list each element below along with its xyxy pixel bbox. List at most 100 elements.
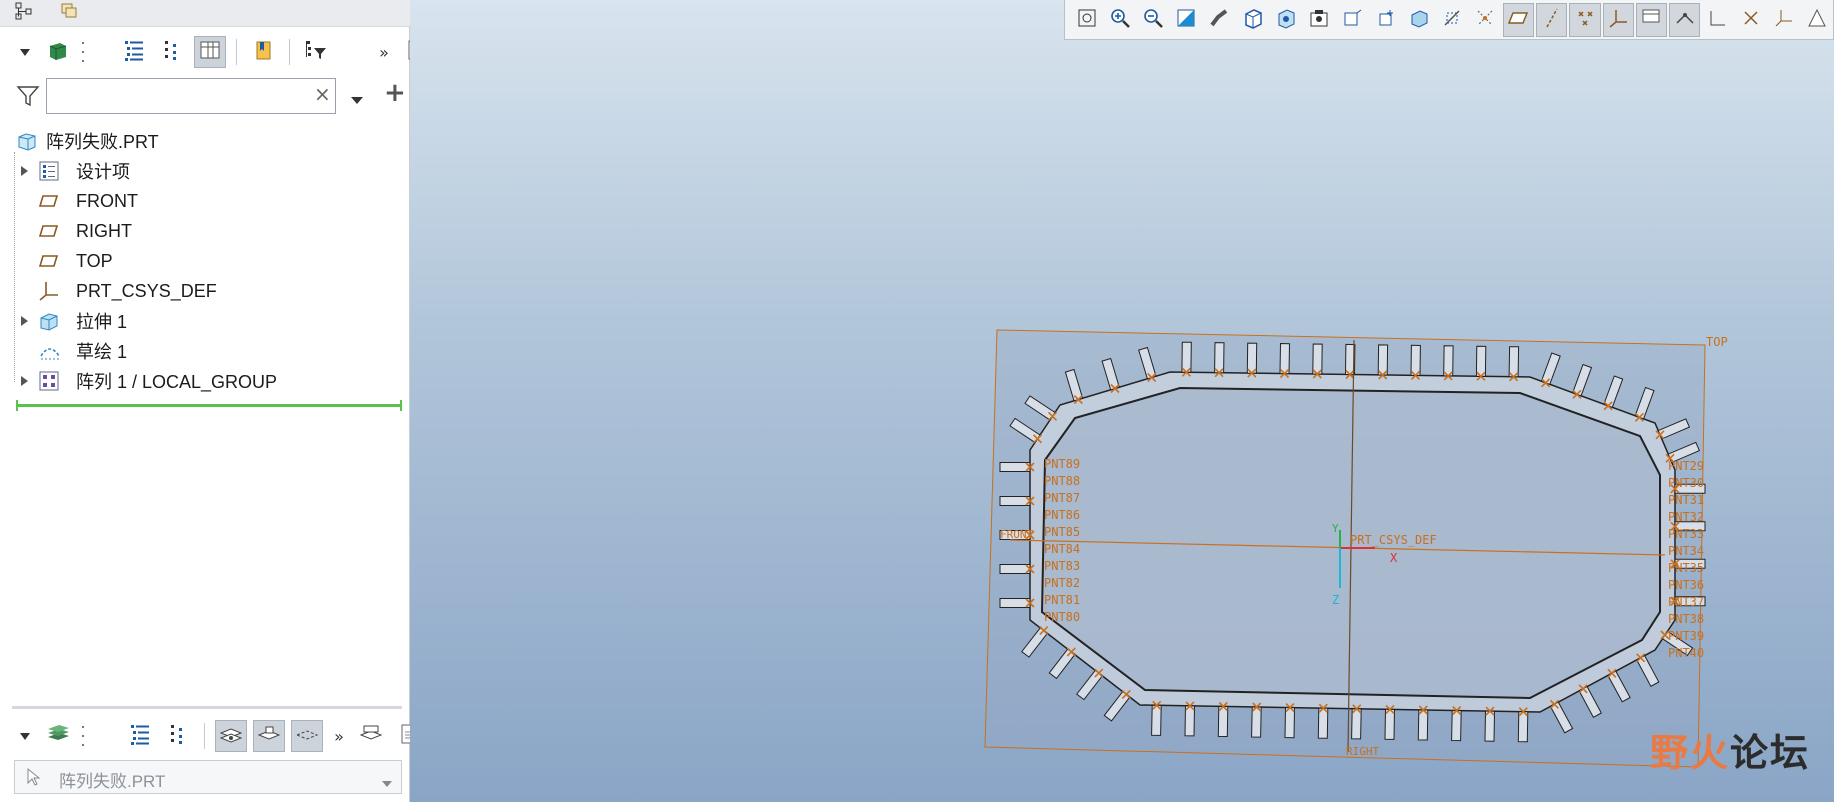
expand-arrow-icon[interactable] xyxy=(17,374,31,388)
panel-splitter[interactable] xyxy=(12,706,402,709)
tree-root[interactable]: 阵列失败.PRT xyxy=(14,126,404,156)
graphics-viewport[interactable]: TOP FRONT RIGHT PRT_CSYS_DEF X Y Z PNT89 PNT88 PN… xyxy=(410,0,1834,802)
datum-plane-icon xyxy=(38,250,60,272)
tree-item[interactable]: RIGHT xyxy=(14,216,404,246)
appearance-icon xyxy=(1441,7,1463,33)
tree-settings-icon xyxy=(161,39,183,65)
spin-center-button[interactable] xyxy=(1370,3,1401,37)
point-label: PNT36 xyxy=(1668,578,1704,592)
tooth xyxy=(999,462,1031,472)
tree-item[interactable]: PRT_CSYS_DEF xyxy=(14,276,404,306)
layer-model-select[interactable]: 阵列失败.PRT xyxy=(14,760,402,794)
csys-tag-icon xyxy=(1773,7,1795,33)
layer-list-button[interactable] xyxy=(124,720,156,752)
bookmark-icon xyxy=(252,39,274,65)
tree-item[interactable]: TOP xyxy=(14,246,404,276)
named-views-button[interactable] xyxy=(1304,3,1335,37)
layers-tab[interactable] xyxy=(52,0,88,26)
zoom-out-button[interactable] xyxy=(1137,3,1168,37)
layer-show-button[interactable] xyxy=(215,720,247,752)
tree-item-label: TOP xyxy=(76,250,113,271)
tooth xyxy=(1251,706,1262,738)
bookmark-button[interactable] xyxy=(247,36,279,68)
tree-menu-dropdown[interactable] xyxy=(14,36,36,68)
expand-arrow-icon[interactable] xyxy=(17,314,31,328)
annotation-display-icon xyxy=(1474,7,1496,33)
overflow-chevron-icon: » xyxy=(334,726,344,746)
list-tree-icon xyxy=(129,723,151,749)
view-manager-button[interactable] xyxy=(1337,3,1368,37)
zoom-in-button[interactable] xyxy=(1104,3,1135,37)
layer-properties-icon xyxy=(359,723,383,749)
layers-tab-icon xyxy=(59,1,81,25)
point-display-button[interactable] xyxy=(1569,2,1601,37)
tree-columns-button[interactable] xyxy=(194,36,226,68)
named-views-icon xyxy=(1308,7,1330,33)
model-tree-tab[interactable] xyxy=(6,0,42,26)
csys-tag-button[interactable] xyxy=(1769,3,1800,37)
point-label: PNT33 xyxy=(1668,527,1704,541)
tooth xyxy=(1279,342,1291,375)
simplified-rep-button[interactable] xyxy=(1802,3,1833,37)
tree-item[interactable]: 阵列 1 / LOCAL_GROUP xyxy=(14,366,404,396)
list-tree-button[interactable] xyxy=(118,36,150,68)
display-style-button[interactable] xyxy=(1237,3,1268,37)
appearance-button[interactable] xyxy=(1436,3,1467,37)
add-filter-button[interactable]: + xyxy=(384,78,406,108)
expand-arrow-icon[interactable] xyxy=(17,164,31,178)
simplified-rep-icon xyxy=(1806,7,1828,33)
perspective-icon xyxy=(1208,7,1230,33)
layer-collapse-button[interactable] xyxy=(162,720,194,752)
spin-center-icon xyxy=(1375,7,1397,33)
layers-button[interactable] xyxy=(42,720,74,752)
part-icon xyxy=(16,130,38,152)
perspective-button[interactable] xyxy=(1204,3,1235,37)
section-icon xyxy=(1408,7,1430,33)
toolbar-grip xyxy=(80,726,86,746)
tree-item-label: 阵列 1 / LOCAL_GROUP xyxy=(76,372,278,392)
point-label: PNT80 xyxy=(1044,610,1080,624)
point-label: PNT87 xyxy=(1044,491,1080,505)
insert-here-indicator[interactable] xyxy=(16,400,402,411)
saved-orientation-icon xyxy=(1275,7,1297,33)
clear-search-icon[interactable]: × xyxy=(314,82,331,106)
refit-icon xyxy=(1076,7,1098,33)
section-button[interactable] xyxy=(1403,3,1434,37)
layer-overflow-button[interactable]: » xyxy=(329,720,349,752)
model-cube-button[interactable] xyxy=(42,36,74,68)
tree-item[interactable]: 设计项 xyxy=(14,156,404,186)
toolbar-overflow-button[interactable]: » xyxy=(374,36,394,68)
annotation-display-button[interactable] xyxy=(1470,3,1501,37)
layer-properties-button[interactable] xyxy=(355,720,387,752)
model-tree-display-button[interactable] xyxy=(1635,2,1667,37)
tree-search-input[interactable] xyxy=(46,78,336,114)
csys-display-button[interactable] xyxy=(1602,2,1634,37)
tree-item[interactable]: 拉伸 1 xyxy=(14,306,404,336)
datum-planes-button[interactable] xyxy=(1502,2,1535,37)
repaint-icon xyxy=(1175,7,1197,33)
pattern-icon xyxy=(38,370,60,392)
tree-filter-button[interactable] xyxy=(300,36,332,68)
refit-button[interactable] xyxy=(1071,3,1102,37)
part-model[interactable]: TOP FRONT RIGHT PRT_CSYS_DEF X Y Z PNT89 PNT88 PN… xyxy=(410,0,1834,802)
tree-item[interactable]: 草绘 1 xyxy=(14,336,404,366)
axis-tag-button[interactable] xyxy=(1702,3,1733,37)
layer-hidden-button[interactable] xyxy=(291,720,323,752)
point-label: PNT37 xyxy=(1668,595,1704,609)
tooth xyxy=(999,598,1031,608)
layer-active-button[interactable] xyxy=(253,720,285,752)
tree-item-label: 拉伸 1 xyxy=(76,312,128,332)
repaint-button[interactable] xyxy=(1171,3,1202,37)
point-tag-button[interactable] xyxy=(1735,3,1766,37)
collapse-tree-button[interactable] xyxy=(156,36,188,68)
tooth xyxy=(1351,708,1362,740)
layer-menu-dropdown[interactable] xyxy=(14,720,36,752)
plane-tag-button[interactable] xyxy=(1668,2,1701,37)
chevron-down-icon xyxy=(381,773,393,792)
saved-orientation-button[interactable] xyxy=(1270,3,1301,37)
tree-item[interactable]: FRONT xyxy=(14,186,404,216)
front-plane-label: FRONT xyxy=(1000,528,1033,541)
datum-axes-button[interactable] xyxy=(1536,2,1568,37)
point-display-icon xyxy=(1574,7,1596,33)
search-options-dropdown[interactable] xyxy=(350,90,364,109)
